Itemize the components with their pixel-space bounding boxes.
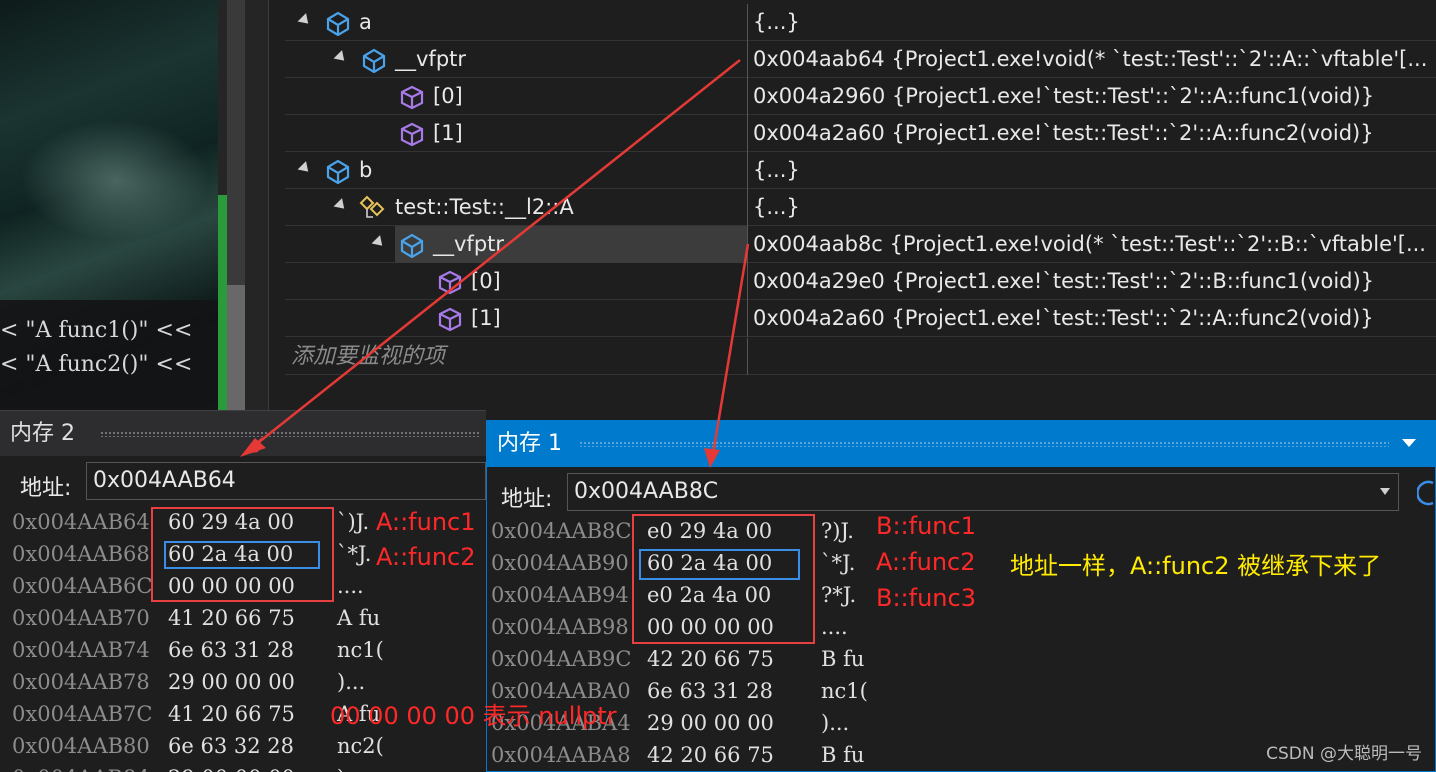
arrow-to-mem1 [711, 243, 750, 455]
arrow-to-mem2 [253, 59, 741, 447]
arrow-head-mem1 [704, 448, 720, 468]
annotation-arrows [240, 59, 750, 468]
watermark: CSDN @大聪明一号 [1266, 744, 1422, 764]
